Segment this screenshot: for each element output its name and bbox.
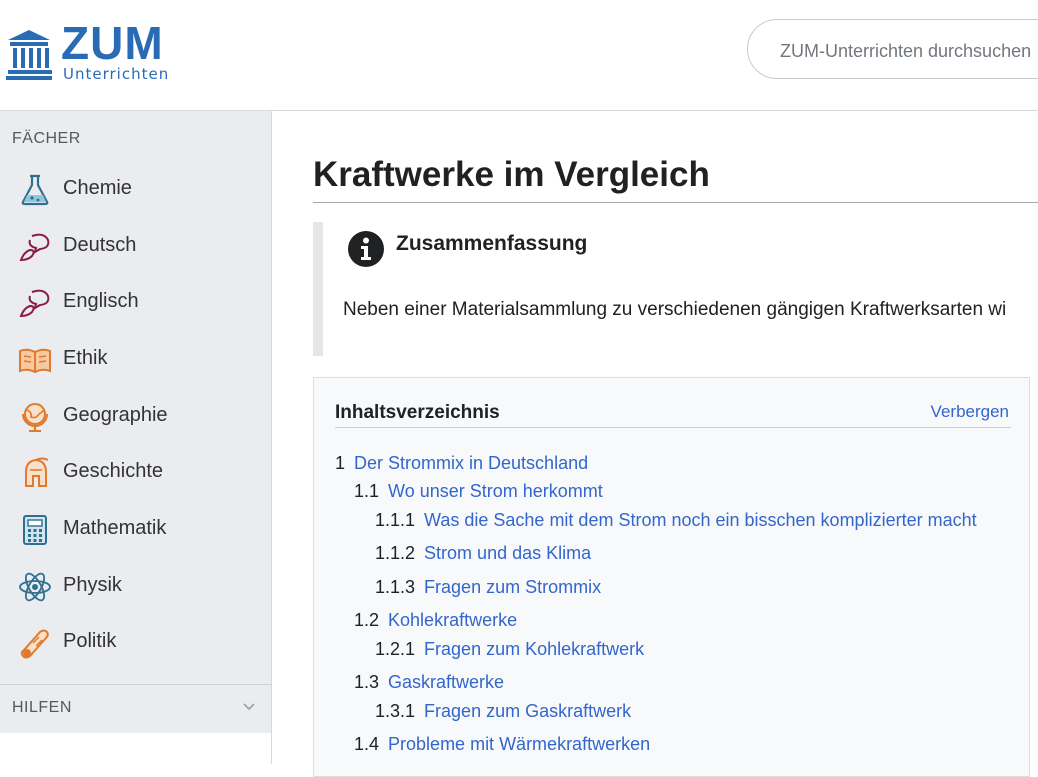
title-divider — [313, 202, 1038, 203]
chevron-down-icon — [243, 703, 255, 711]
toc-entry[interactable]: 1.4 Probleme mit Wärmekraftwerken — [354, 734, 650, 755]
sidebar-item-label: Politik — [63, 630, 117, 652]
page-title: Kraftwerke im Vergleich — [313, 155, 710, 194]
toc-entry-number: 1.2 — [354, 610, 380, 630]
toc-entry[interactable]: 1 Der Strommix in Deutschland — [335, 453, 588, 474]
toc-entry-link[interactable]: Strom und das Klima — [424, 543, 591, 563]
summary-accent-bar — [313, 222, 323, 356]
sidebar-item-deutsch[interactable]: Deutsch — [0, 218, 271, 274]
toc-entry-number: 1.2.1 — [375, 639, 416, 659]
sidebar-item-label: Physik — [63, 574, 122, 596]
toc-entry-number: 1.3.1 — [375, 701, 416, 721]
toc-entry[interactable]: 1.1.3 Fragen zum Strommix — [375, 577, 601, 598]
sidebar-heading-faecher: FÄCHER — [12, 130, 81, 147]
sidebar-item-label: Englisch — [63, 290, 139, 312]
globe-icon — [22, 403, 48, 432]
toc-entry-number: 1.1.2 — [375, 543, 416, 563]
scroll-icon — [20, 629, 49, 659]
zum-logo[interactable]: ZUM Unterrichten — [6, 17, 176, 86]
toc-entry-number: 1.1 — [354, 481, 380, 501]
toc-entry[interactable]: 1.2.1 Fragen zum Kohlekraftwerk — [375, 639, 644, 660]
helmet-icon — [25, 457, 49, 487]
toc-entry-link[interactable]: Probleme mit Wärmekraftwerken — [388, 734, 650, 754]
sidebar-item-ethik[interactable]: Ethik — [0, 331, 271, 387]
speech-bubble-icon — [19, 289, 50, 318]
toc-hide-button[interactable]: Verbergen — [931, 402, 1009, 422]
sidebar-item-label: Geographie — [63, 404, 168, 426]
sidebar-item-label: Chemie — [63, 177, 132, 199]
toc-entry-link[interactable]: Was die Sache mit dem Strom noch ein bis… — [424, 510, 977, 530]
sidebar-item-physik[interactable]: Physik — [0, 558, 271, 614]
logo-subtitle: Unterrichten — [63, 65, 170, 83]
toc-entry-link[interactable]: Kohlekraftwerke — [388, 610, 517, 630]
sidebar-item-label: Mathematik — [63, 517, 167, 539]
toc-entry-number: 1.4 — [354, 734, 380, 754]
sidebar-item-englisch[interactable]: Englisch — [0, 274, 271, 330]
speech-bubble-icon — [19, 233, 50, 262]
toc-entry[interactable]: 1.3.1 Fragen zum Gaskraftwerk — [375, 701, 631, 722]
toc-entry-link[interactable]: Fragen zum Gaskraftwerk — [424, 701, 631, 721]
info-icon — [348, 231, 384, 267]
open-book-icon — [19, 348, 51, 374]
logo-wordmark: ZUM — [61, 17, 164, 69]
toc-entry-link[interactable]: Gaskraftwerke — [388, 672, 504, 692]
sidebar-item-geschichte[interactable]: Geschichte — [0, 444, 271, 500]
summary-text: Neben einer Materialsammlung zu verschie… — [343, 299, 1007, 320]
summary-title: Zusammenfassung — [396, 232, 588, 255]
toc-entry-link[interactable]: Wo unser Strom herkommt — [388, 481, 603, 501]
toc-entry[interactable]: 1.1 Wo unser Strom herkommt — [354, 481, 603, 502]
sidebar: FÄCHER Chemie Deutsch Englisch Ethik Geo… — [0, 111, 272, 764]
sidebar-item-label: Ethik — [63, 347, 108, 369]
toc-entry[interactable]: 1.2 Kohlekraftwerke — [354, 610, 517, 631]
toc-divider — [335, 427, 1011, 428]
toc-entry[interactable]: 1.3 Gaskraftwerke — [354, 672, 504, 693]
temple-logo-icon — [6, 30, 52, 80]
toc-entry-link[interactable]: Fragen zum Kohlekraftwerk — [424, 639, 644, 659]
sidebar-item-label: Deutsch — [63, 234, 137, 256]
summary-box: Zusammenfassung Neben einer Materialsamm… — [313, 222, 1038, 356]
atom-icon — [19, 572, 51, 602]
sidebar-item-mathematik[interactable]: Mathematik — [0, 501, 271, 557]
toc-entry-link[interactable]: Der Strommix in Deutschland — [354, 453, 588, 473]
toc-entry[interactable]: 1.1.1 Was die Sache mit dem Strom noch ei… — [375, 510, 977, 531]
search-box[interactable] — [747, 19, 1038, 79]
table-of-contents: Inhaltsverzeichnis Verbergen 1 Der Stromm… — [313, 377, 1030, 777]
toc-entry-number: 1 — [335, 453, 346, 473]
search-input[interactable] — [778, 35, 1038, 67]
flask-icon — [21, 174, 49, 206]
sidebar-section-hilfen[interactable]: HILFEN — [0, 684, 271, 733]
toc-entry-number: 1.1.3 — [375, 577, 416, 597]
sidebar-item-geographie[interactable]: Geographie — [0, 388, 271, 444]
toc-entry-number: 1.3 — [354, 672, 380, 692]
sidebar-item-label: Geschichte — [63, 460, 164, 482]
sidebar-footer-area — [0, 733, 271, 764]
sidebar-item-chemie[interactable]: Chemie — [0, 161, 271, 217]
toc-title: Inhaltsverzeichnis — [335, 402, 500, 423]
toc-entry[interactable]: 1.1.2 Strom und das Klima — [375, 543, 591, 564]
sidebar-heading-hilfen: HILFEN — [12, 699, 72, 716]
calculator-icon — [23, 515, 47, 545]
toc-entry-link[interactable]: Fragen zum Strommix — [424, 577, 601, 597]
toc-entry-number: 1.1.1 — [375, 510, 416, 530]
header: ZUM Unterrichten — [0, 0, 1038, 111]
sidebar-item-politik[interactable]: Politik — [0, 614, 271, 670]
